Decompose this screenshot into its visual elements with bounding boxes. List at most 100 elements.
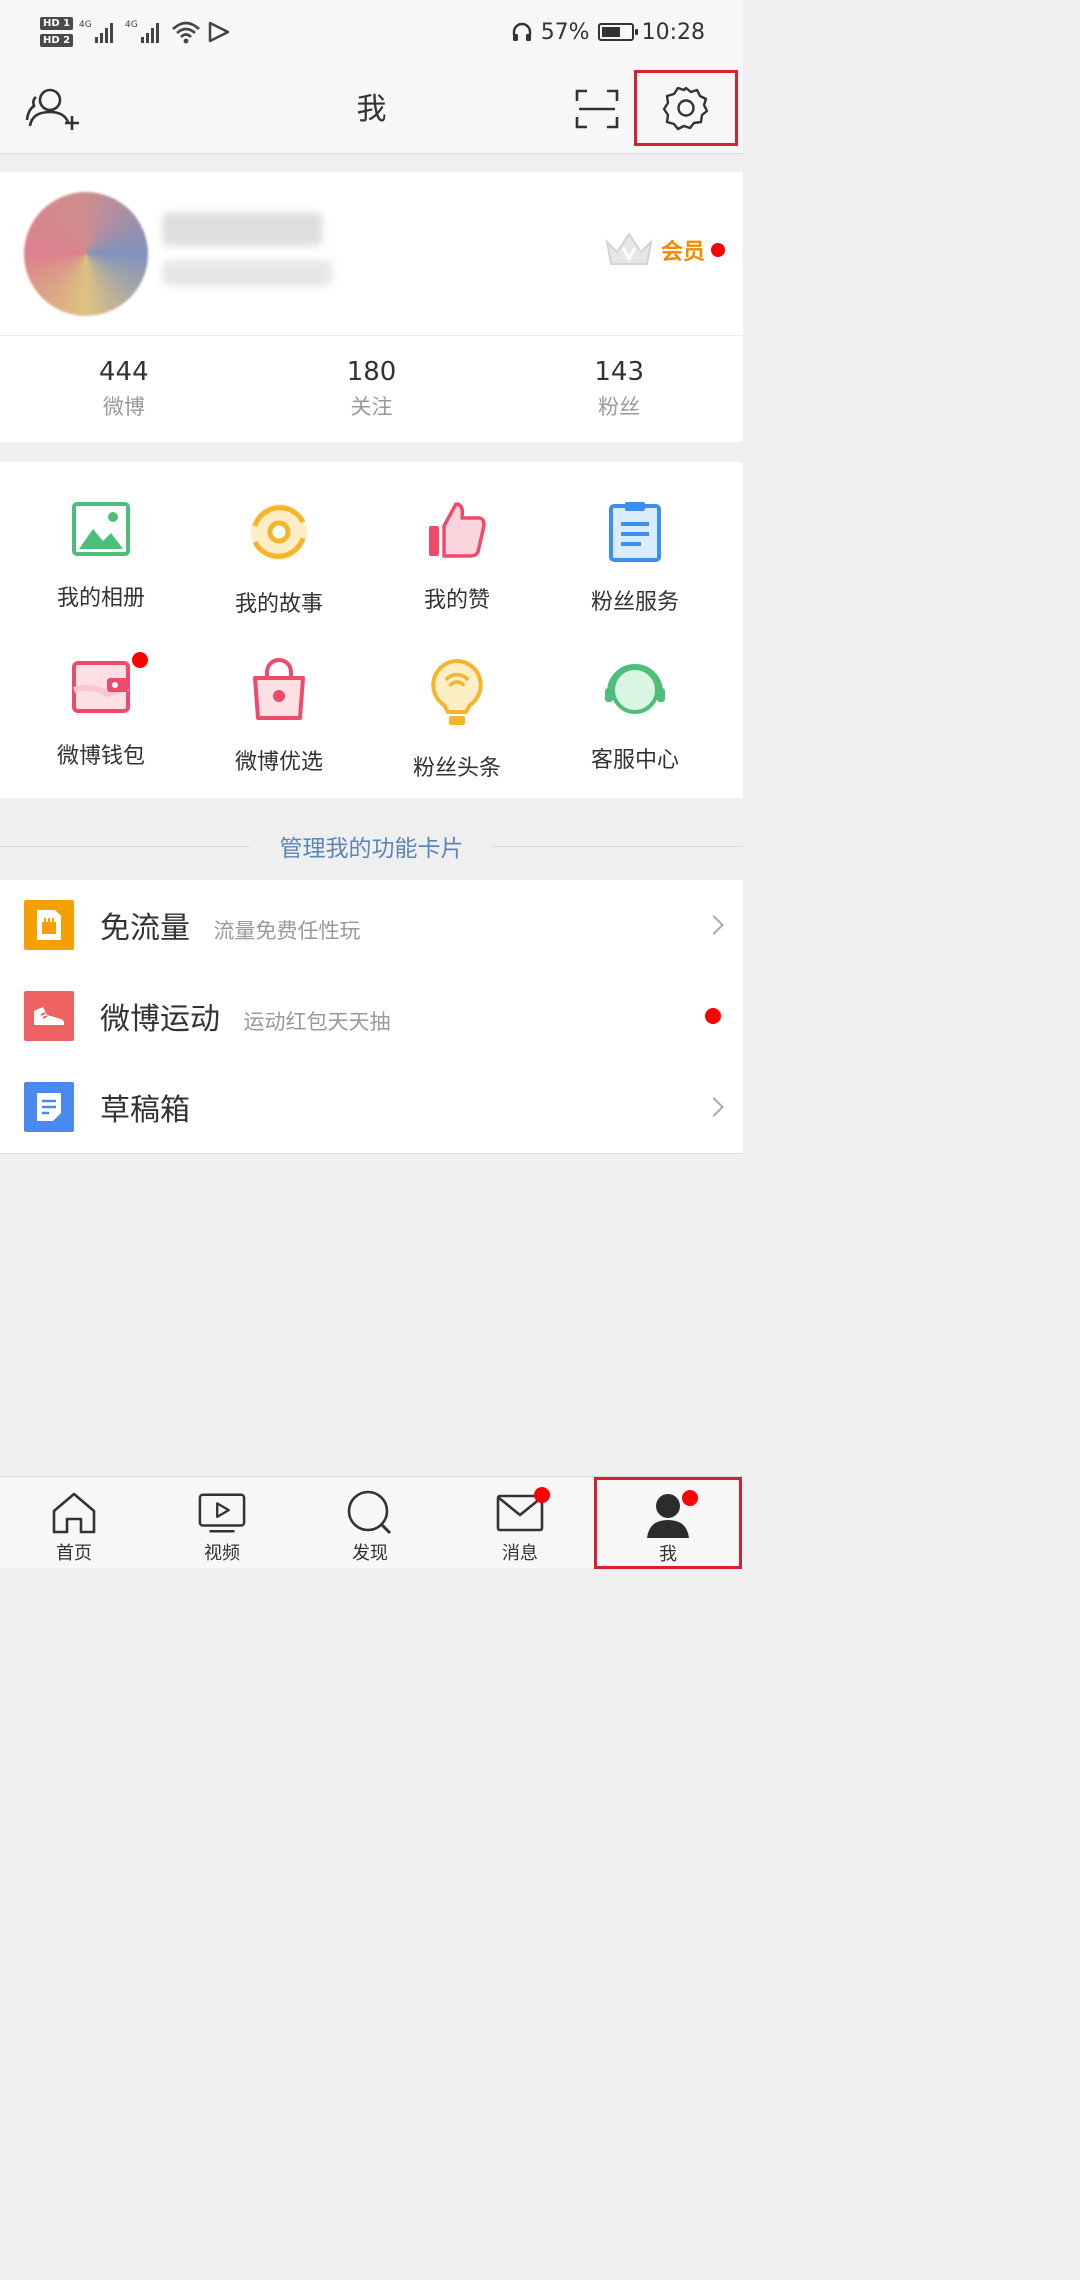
stat-label: 微博 <box>102 395 145 419</box>
divider-left <box>0 846 250 847</box>
list-item-subtitle: 运动红包天天抽 <box>243 1010 391 1034</box>
feature-label: 粉丝头条 <box>412 756 501 781</box>
signal-icon: 4G <box>79 20 114 43</box>
function-list: 免流量 流量免费任性玩 微博运动 运动红包天天抽 草稿箱 <box>0 880 743 1154</box>
tab-label: 发现 <box>352 1543 388 1564</box>
sim2-label: HD 2 <box>40 34 74 47</box>
play-store-icon <box>208 21 230 43</box>
list-item-title-text: 微博运动 <box>100 1002 220 1037</box>
messages-notification-dot <box>534 1487 550 1503</box>
home-icon <box>50 1489 98 1537</box>
vip-label: 会员 <box>660 240 705 265</box>
status-bar: HD 1 HD 2 4G 4G 57% 10:28 <box>0 0 743 62</box>
settings-button[interactable] <box>634 70 738 146</box>
top-bar: 我 <box>0 62 743 154</box>
chevron-right-icon <box>704 915 724 935</box>
list-item-title-text: 免流量 <box>100 911 190 946</box>
stat-number: 143 <box>594 357 644 387</box>
clipboard-icon <box>600 500 670 562</box>
search-icon <box>346 1489 394 1537</box>
chevron-right-icon <box>704 1097 724 1117</box>
stat-weibo[interactable]: 444 微博 <box>0 336 248 442</box>
wifi-icon <box>172 21 200 44</box>
list-item-title: 草稿箱 <box>100 1085 190 1129</box>
wallet-icon <box>66 652 148 716</box>
feature-label: 微博钱包 <box>56 744 145 769</box>
sim-indicators: HD 1 HD 2 <box>40 17 74 47</box>
avatar[interactable] <box>24 192 148 316</box>
manage-cards-bar[interactable]: 管理我的功能卡片 <box>0 818 743 874</box>
feature-label: 我的相册 <box>56 586 145 611</box>
feature-headlines[interactable]: 粉丝头条 <box>364 620 550 781</box>
vip-badge[interactable]: 会员 <box>603 230 725 270</box>
username-blurred <box>162 212 322 246</box>
sim-card-icon <box>24 900 74 950</box>
user-intro-blurred <box>162 260 332 286</box>
list-item-title: 免流量 流量免费任性玩 <box>100 903 361 947</box>
clock: 10:28 <box>641 19 705 45</box>
profile-card[interactable]: 会员 <box>0 172 743 336</box>
list-item-sports[interactable]: 微博运动 运动红包天天抽 <box>0 971 743 1061</box>
stat-number: 444 <box>99 357 149 387</box>
thumbs-up-icon <box>422 500 492 560</box>
feature-likes[interactable]: 我的赞 <box>364 462 550 613</box>
list-item-free-data[interactable]: 免流量 流量免费任性玩 <box>0 880 743 970</box>
tab-label: 视频 <box>204 1543 240 1564</box>
tab-home[interactable]: 首页 <box>0 1477 148 1569</box>
feature-label: 微博优选 <box>234 750 323 775</box>
tab-label: 我 <box>659 1544 677 1565</box>
tab-video[interactable]: 视频 <box>148 1477 296 1569</box>
headphones-icon <box>512 22 531 41</box>
status-left: HD 1 HD 2 4G 4G <box>40 10 231 54</box>
scan-button[interactable] <box>568 80 626 138</box>
feature-album[interactable]: 我的相册 <box>8 462 194 612</box>
mail-icon <box>496 1487 550 1537</box>
feature-label: 我的故事 <box>234 592 323 617</box>
svg-text:4G: 4G <box>79 20 92 30</box>
feature-fan-service[interactable]: 粉丝服务 <box>542 462 728 615</box>
list-item-title: 微博运动 运动红包天天抽 <box>100 994 391 1038</box>
tab-discover[interactable]: 发现 <box>296 1477 444 1569</box>
feature-label: 客服中心 <box>590 748 679 773</box>
story-icon <box>244 500 314 564</box>
feature-select[interactable]: 微博优选 <box>186 620 372 775</box>
scan-icon <box>575 89 619 129</box>
battery-icon <box>597 23 638 41</box>
sim1-label: HD 1 <box>40 17 74 30</box>
sports-notification-dot <box>705 1008 721 1024</box>
draft-icon <box>24 1082 74 1132</box>
bulb-icon <box>422 658 492 728</box>
feature-story[interactable]: 我的故事 <box>186 462 372 617</box>
album-icon <box>66 500 136 558</box>
stat-following[interactable]: 180 关注 <box>248 336 496 442</box>
video-icon <box>198 1489 246 1537</box>
battery-percent: 57% <box>540 19 590 45</box>
vip-notification-dot <box>711 243 725 257</box>
svg-text:4G: 4G <box>125 20 138 30</box>
stat-number: 180 <box>346 357 397 387</box>
manage-cards-link[interactable]: 管理我的功能卡片 <box>265 829 478 863</box>
list-item-subtitle: 流量免费任性玩 <box>213 919 361 943</box>
tab-me[interactable]: 我 <box>594 1477 742 1569</box>
feature-wallet[interactable]: 微博钱包 <box>8 620 194 770</box>
wallet-notification-dot <box>132 652 148 668</box>
page-title: 我 <box>356 92 387 127</box>
feature-label: 我的赞 <box>423 588 490 613</box>
tab-messages[interactable]: 消息 <box>446 1477 594 1569</box>
stats-row: 444 微博 180 关注 143 粉丝 <box>0 336 743 442</box>
status-right: 57% 10:28 <box>511 14 705 50</box>
stat-label: 粉丝 <box>598 395 641 419</box>
headset-icon <box>600 658 670 720</box>
stat-followers[interactable]: 143 粉丝 <box>495 336 743 442</box>
list-item-drafts[interactable]: 草稿箱 <box>0 1062 743 1152</box>
crown-icon <box>605 232 653 265</box>
list-item-title-text: 草稿箱 <box>100 1093 190 1128</box>
stat-label: 关注 <box>350 395 393 419</box>
shopping-bag-icon <box>244 658 314 722</box>
user-icon <box>644 1490 698 1538</box>
feature-label: 粉丝服务 <box>590 590 679 615</box>
feature-customer-service[interactable]: 客服中心 <box>542 620 728 773</box>
tab-label: 首页 <box>56 1543 92 1564</box>
bottom-tab-bar: 首页 视频 发现 消息 我 <box>0 1476 743 1569</box>
me-notification-dot <box>682 1490 698 1506</box>
